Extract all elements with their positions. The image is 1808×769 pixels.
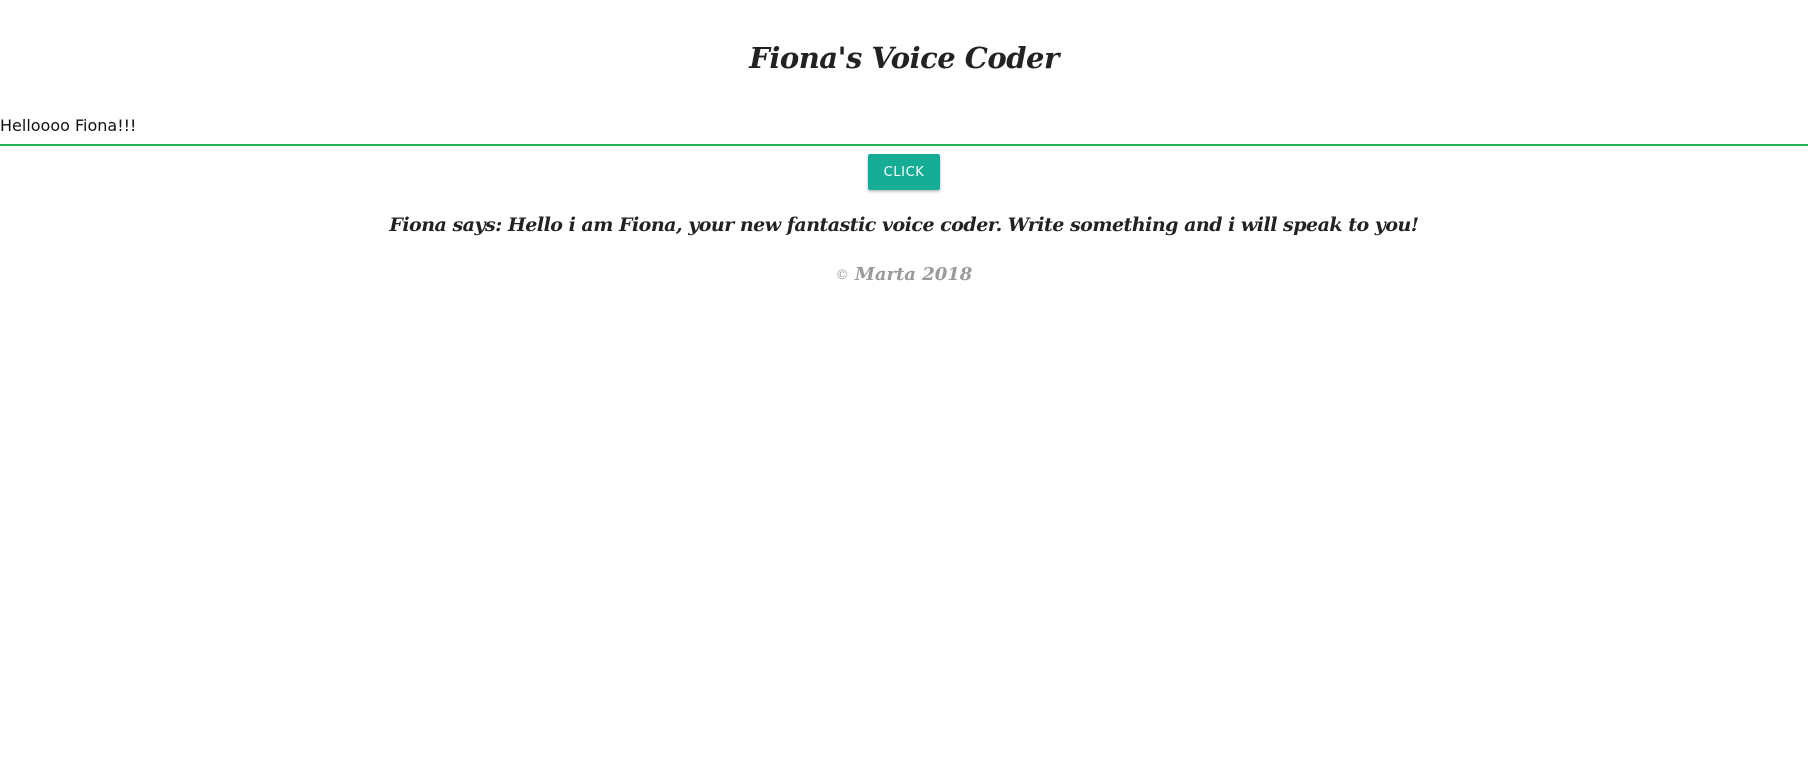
speech-text-input[interactable] <box>0 106 1808 146</box>
fiona-says-message: Fiona says: Hello i am Fiona, your new f… <box>389 214 1419 236</box>
footer-credit-text: Marta 2018 <box>854 264 973 285</box>
footer-copyright: © Marta 2018 <box>0 262 1808 289</box>
click-button[interactable]: CLICK <box>868 154 940 190</box>
page-title: Fiona's Voice Coder <box>749 41 1059 75</box>
copyright-icon: © <box>835 268 849 283</box>
